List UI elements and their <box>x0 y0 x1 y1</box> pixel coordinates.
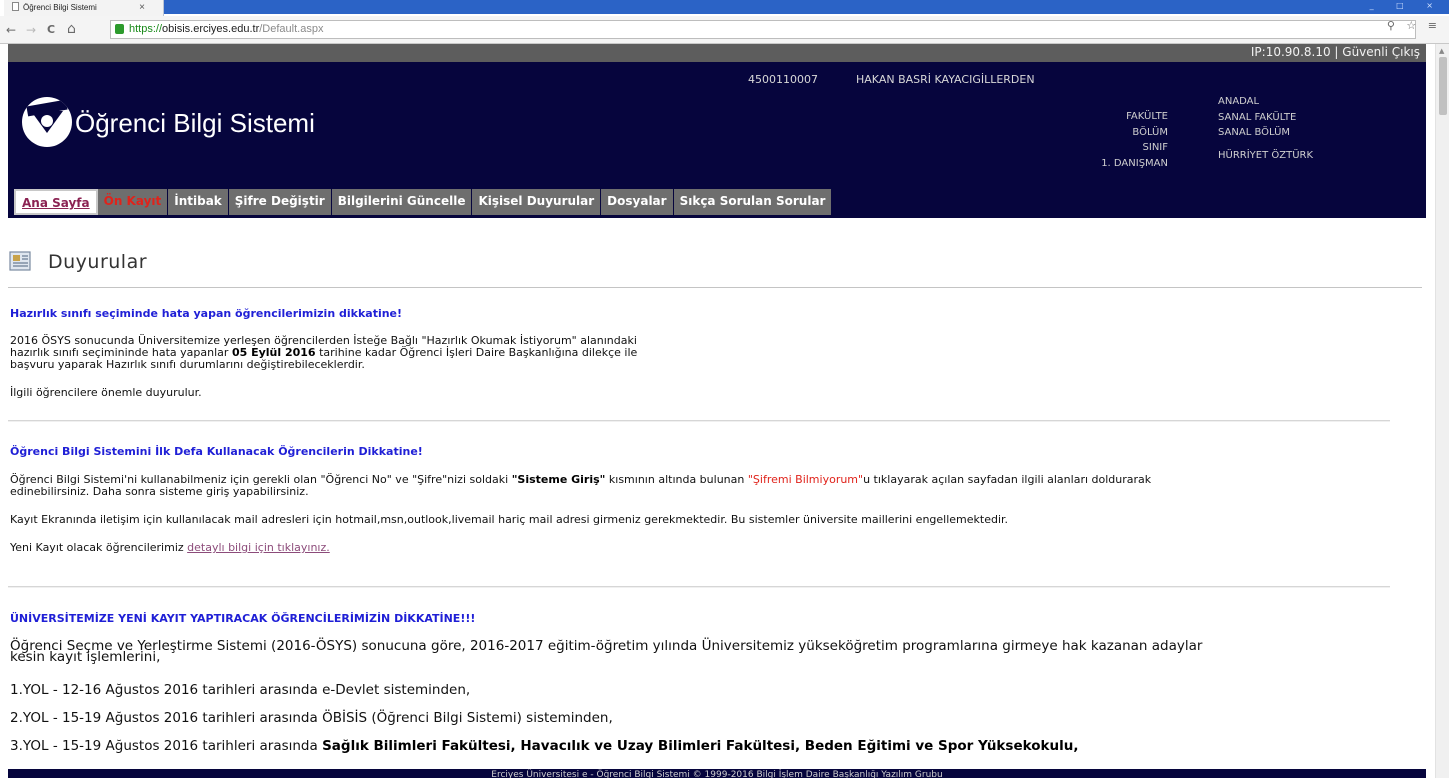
value-program: ANADAL <box>1218 96 1260 107</box>
forgot-password-text: "Şifremi Bilmiyorum" <box>747 473 864 486</box>
scrollbar-thumb[interactable] <box>1439 57 1447 115</box>
top-strip: IP:10.90.8.10 | Güvenli Çıkış <box>8 44 1426 62</box>
announcement-text: kesin kayıt işlemlerini, <box>10 649 161 665</box>
announcement-heading: ÜNİVERSİTEMİZE YENİ KAYIT YAPTIRACAK ÖĞR… <box>10 612 476 625</box>
site-header: IP:10.90.8.10 | Güvenli Çıkış 4500110007… <box>8 44 1426 218</box>
newspaper-icon <box>9 251 31 271</box>
browser-toolbar-icons[interactable]: ⚲ ☆ ≡ <box>1387 19 1441 32</box>
university-logo-icon <box>22 97 72 147</box>
student-number: 4500110007 <box>748 73 818 86</box>
student-info-values: ANADAL SANAL FAKÜLTE SANAL BÖLÜM HÜRRİYE… <box>1218 94 1313 163</box>
tab-title: Öğrenci Bilgi Sistemi <box>23 3 97 12</box>
page-scrollbar[interactable]: ▲ <box>1435 44 1449 778</box>
label-class: SINIF <box>1142 142 1168 153</box>
announcement-divider <box>8 586 1390 588</box>
app-title: Öğrenci Bilgi Sistemi <box>75 108 315 138</box>
announcement-text: 3.YOL - 15-19 Ağustos 2016 tarihleri ara… <box>10 738 1079 754</box>
announcement-text: 2.YOL - 15-19 Ağustos 2016 tarihleri ara… <box>10 710 613 726</box>
lock-icon <box>115 24 124 34</box>
menu-kisisel-duyurular[interactable]: Kişisel Duyurular <box>472 189 602 215</box>
announcement-text: hazırlık sınıfı seçimininde hata yapanla… <box>10 346 638 359</box>
menu-dosyalar[interactable]: Dosyalar <box>601 189 674 215</box>
page-icon <box>12 2 19 11</box>
browser-tab-strip: Öğrenci Bilgi Sistemi × _ □ × <box>0 0 1449 16</box>
reload-icon[interactable]: C <box>47 23 55 36</box>
tab-strip-background <box>160 0 1449 14</box>
announcement-text: 1.YOL - 12-16 Ağustos 2016 tarihleri ara… <box>10 682 471 698</box>
menu-sss[interactable]: Sıkça Sorulan Sorular <box>673 189 833 215</box>
section-title: Duyurular <box>48 251 148 273</box>
url-path: /Default.aspx <box>259 23 324 35</box>
announcement-text: edinebilirsiniz. Daha sonra sisteme giri… <box>10 485 309 498</box>
value-advisor: HÜRRİYET ÖZTÜRK <box>1218 149 1314 161</box>
announcement-text: başvuru yaparak Hazırlık sınıfı durumlar… <box>10 358 365 371</box>
announcement-text: Öğrenci Seçme ve Yerleştirme Sistemi (20… <box>10 638 1203 654</box>
home-icon[interactable]: ⌂ <box>67 21 76 37</box>
announcement-text: 2016 ÖSYS sonucunda Üniversitemize yerle… <box>10 334 637 347</box>
announcement-text: Yeni Kayıt olacak öğrencilerimiz detaylı… <box>10 541 330 554</box>
url-input[interactable]: https://obisis.erciyes.edu.tr/Default.as… <box>110 20 1416 39</box>
label-advisor: 1. DANIŞMAN <box>1101 157 1168 169</box>
menu-on-kayit[interactable]: Ön Kayıt <box>97 189 169 215</box>
announcement-text: İlgili öğrencilere önemle duyurulur. <box>10 386 202 399</box>
address-toolbar: ← → C ⌂ https://obisis.erciyes.edu.tr/De… <box>0 16 1449 44</box>
site-footer: Erciyes Üniversitesi e - Öğrenci Bilgi S… <box>8 769 1426 778</box>
back-icon[interactable]: ← <box>6 23 16 37</box>
url-scheme: https:// <box>129 23 163 35</box>
menu-sifre-degistir[interactable]: Şifre Değiştir <box>228 189 332 215</box>
announcement-text: Kayıt Ekranında iletişim için kullanılac… <box>10 513 1009 526</box>
details-link[interactable]: detaylı bilgi için tıklayınız. <box>187 541 330 554</box>
scroll-up-icon[interactable]: ▲ <box>1439 47 1444 55</box>
announcement-heading: Öğrenci Bilgi Sistemini İlk Defa Kullana… <box>10 445 423 458</box>
announcement-text: Öğrenci Bilgi Sistemi'ni kullanabilmeniz… <box>10 473 1152 486</box>
menu-intibak[interactable]: İntibak <box>168 189 229 215</box>
announcement-divider <box>8 420 1390 422</box>
forward-icon[interactable]: → <box>26 23 36 37</box>
student-info-labels: FAKÜLTE BÖLÜM SINIF 1. DANIŞMAN <box>1078 109 1168 171</box>
menu-bilgilerini-guncelle[interactable]: Bilgilerini Güncelle <box>331 189 473 215</box>
label-department: BÖLÜM <box>1132 126 1168 138</box>
section-divider <box>8 287 1422 288</box>
url-host: obisis.erciyes.edu.tr <box>162 23 260 35</box>
value-department: SANAL BÖLÜM <box>1218 127 1291 138</box>
window-controls[interactable]: _ □ × <box>1370 1 1443 10</box>
label-faculty: FAKÜLTE <box>1126 111 1168 122</box>
announcement-heading: Hazırlık sınıfı seçiminde hata yapan öğr… <box>10 307 403 320</box>
value-faculty: SANAL FAKÜLTE <box>1218 111 1297 123</box>
main-menu: Ana Sayfa Ön Kayıt İntibak Şifre Değişti… <box>14 189 833 215</box>
student-name: HAKAN BASRİ KAYACIGİLLERDEN <box>856 73 1035 86</box>
menu-ana-sayfa[interactable]: Ana Sayfa <box>14 189 98 215</box>
tab-close-icon[interactable]: × <box>139 0 145 15</box>
ip-logout-link[interactable]: IP:10.90.8.10 | Güvenli Çıkış <box>1251 45 1420 59</box>
browser-tab[interactable]: Öğrenci Bilgi Sistemi × <box>4 0 164 16</box>
